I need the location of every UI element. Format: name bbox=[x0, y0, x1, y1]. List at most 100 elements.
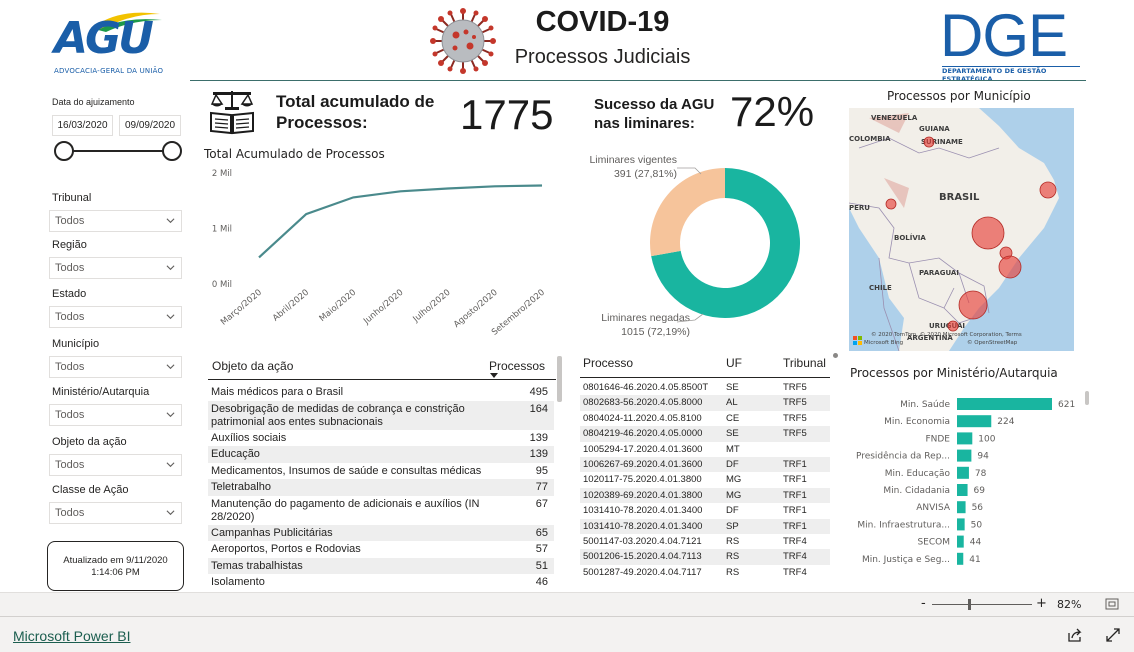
date-slider-end-handle[interactable] bbox=[162, 141, 182, 161]
bar[interactable] bbox=[957, 501, 966, 514]
bar-value-label: 41 bbox=[969, 555, 980, 565]
table-row[interactable]: Educação 139 bbox=[208, 446, 554, 463]
table-row[interactable]: 1020117-75.2020.4.01.3800 MG TRF1 bbox=[580, 472, 830, 487]
page-title: COVID-19 bbox=[535, 6, 670, 38]
table-row[interactable]: 1006267-69.2020.4.01.3600 DF TRF1 bbox=[580, 457, 830, 473]
processo-cell: 5001206-15.2020.4.04.7113 bbox=[583, 551, 702, 563]
processo-table-scroll-dot[interactable] bbox=[833, 353, 838, 358]
share-icon[interactable] bbox=[1067, 627, 1083, 643]
bar[interactable] bbox=[957, 518, 965, 531]
uf-cell: MG bbox=[726, 489, 742, 501]
table-row[interactable]: Isolamento 46 bbox=[208, 574, 554, 591]
x-tick-label: Junho/2020 bbox=[361, 288, 405, 327]
col-header-processos[interactable]: Processos bbox=[489, 359, 545, 373]
slicer-tribunal-dropdown[interactable]: Todos bbox=[49, 210, 182, 232]
zoom-in-button[interactable]: + bbox=[1036, 596, 1047, 611]
bar[interactable] bbox=[957, 552, 964, 565]
line-chart-title: Total Acumulado de Processos bbox=[204, 147, 385, 161]
bar-value-label: 69 bbox=[974, 486, 986, 496]
slicer-value: Todos bbox=[55, 507, 85, 519]
col-header-processo[interactable]: Processo bbox=[583, 356, 633, 370]
table-row[interactable]: Teletrabalho 77 bbox=[208, 479, 554, 496]
processos-cell: 95 bbox=[535, 464, 548, 477]
table-row[interactable]: Desobrigação de medidas de cobrança e co… bbox=[208, 400, 554, 430]
slicer-value: Todos bbox=[55, 215, 85, 227]
slicer-estado-dropdown[interactable]: Todos bbox=[49, 306, 182, 328]
table-row[interactable]: 5001147-03.2020.4.04.7121 RS TRF4 bbox=[580, 534, 830, 549]
slicer-classe-dropdown[interactable]: Todos bbox=[49, 502, 182, 524]
x-tick-label: Agosto/2020 bbox=[452, 288, 500, 330]
date-end-input[interactable]: 09/09/2020 bbox=[119, 115, 181, 136]
date-start-input[interactable]: 16/03/2020 bbox=[52, 115, 113, 136]
table-row[interactable]: 1031410-78.2020.4.01.3400 DF TRF1 bbox=[580, 503, 830, 518]
municipio-map[interactable]: VENEZUELA GUIANA COLOMBIA SURINAME BRASI… bbox=[849, 108, 1074, 351]
zoom-slider[interactable] bbox=[932, 604, 1032, 605]
tribunal-cell: TRF5 bbox=[783, 428, 807, 440]
kpi-total-label-line1: Total acumulado de bbox=[276, 92, 435, 111]
sort-descending-icon[interactable] bbox=[490, 373, 498, 379]
bar-chart[interactable]: Min. Saúde 621 Min. Economia 224 FNDE 100 Pres… bbox=[849, 390, 1079, 575]
map-bubble bbox=[947, 320, 959, 332]
bar-value-label: 100 bbox=[978, 434, 995, 444]
bar[interactable] bbox=[957, 432, 973, 445]
date-range-slider[interactable] bbox=[64, 150, 172, 152]
bar-chart-title: Processos por Ministério/Autarquia bbox=[850, 366, 1058, 380]
last-updated-date: Atualizado em 9/11/2020 bbox=[63, 555, 168, 566]
table-row[interactable]: 0801646-46.2020.4.05.8500T SE TRF5 bbox=[580, 380, 830, 395]
table-row[interactable]: Aeroportos, Portos e Rodovias 57 bbox=[208, 541, 554, 558]
table-row[interactable]: 0804219-46.2020.4.05.0000 SE TRF5 bbox=[580, 426, 830, 442]
fullscreen-icon[interactable] bbox=[1106, 628, 1120, 642]
processos-cell: 139 bbox=[529, 431, 548, 444]
table-row[interactable]: Auxílios sociais 139 bbox=[208, 430, 554, 447]
table-row[interactable]: 5001206-15.2020.4.04.7113 RS TRF4 bbox=[580, 549, 830, 565]
table-row[interactable]: 1020389-69.2020.4.01.3800 MG TRF1 bbox=[580, 487, 830, 504]
objeto-table-body: Mais médicos para o Brasil 495 Desobrigaçã… bbox=[208, 382, 556, 592]
bar[interactable] bbox=[957, 535, 964, 548]
series-line[interactable] bbox=[258, 184, 543, 259]
date-slider-start-handle[interactable] bbox=[54, 141, 74, 161]
table-row[interactable]: 5001287-49.2020.4.04.7117 RS TRF4 bbox=[580, 565, 830, 580]
table-row[interactable]: Temas trabalhistas 51 bbox=[208, 557, 554, 574]
bar[interactable] bbox=[957, 466, 969, 479]
map-label-uruguai: URUGUAI bbox=[929, 322, 965, 330]
objeto-cell: Temas trabalhistas bbox=[211, 559, 303, 572]
chevron-down-icon bbox=[166, 412, 175, 418]
bar[interactable] bbox=[957, 415, 992, 428]
bar-chart-scrollbar[interactable] bbox=[1085, 391, 1089, 405]
col-header-tribunal[interactable]: Tribunal bbox=[783, 356, 826, 370]
processos-cell: 67 bbox=[535, 497, 548, 510]
bar[interactable] bbox=[957, 398, 1052, 410]
fit-to-page-icon[interactable] bbox=[1105, 598, 1119, 610]
bar[interactable] bbox=[957, 449, 972, 462]
donut-leader-lines bbox=[676, 167, 704, 323]
zoom-out-button[interactable]: - bbox=[921, 596, 926, 611]
objeto-cell: Auxílios sociais bbox=[211, 431, 287, 444]
col-header-uf[interactable]: UF bbox=[726, 356, 742, 370]
processo-cell: 1031410-78.2020.4.01.3400 bbox=[583, 505, 703, 517]
line-chart[interactable]: 2 Mil 1 Mil 0 MilMarço/2020 Abril/2020 Maio/… bbox=[204, 163, 554, 343]
table-row[interactable]: Mais médicos para o Brasil 495 bbox=[208, 384, 554, 401]
table-row[interactable]: 1031410-78.2020.4.01.3400 SP TRF1 bbox=[580, 518, 830, 534]
slicer-municipio-dropdown[interactable]: Todos bbox=[49, 356, 182, 378]
col-header-objeto[interactable]: Objeto da ação bbox=[212, 359, 293, 373]
slicer-ministerio-dropdown[interactable]: Todos bbox=[49, 404, 182, 426]
table-row[interactable]: 0802683-56.2020.4.05.8000 AL TRF5 bbox=[580, 395, 830, 411]
power-bi-link[interactable]: Microsoft Power BI bbox=[13, 628, 130, 644]
slicer-regiao-dropdown[interactable]: Todos bbox=[49, 257, 182, 279]
table-row[interactable]: Medicamentos, Insumos de saúde e consult… bbox=[208, 463, 554, 480]
processo-cell: 0802683-56.2020.4.05.8000 bbox=[583, 397, 703, 409]
objeto-table-scrollbar[interactable] bbox=[557, 356, 562, 402]
table-row[interactable]: Manutenção do pagamento de adicionais e … bbox=[208, 496, 554, 525]
table-row[interactable]: Campanhas Publicitárias 65 bbox=[208, 524, 554, 541]
zoom-level: 82% bbox=[1057, 598, 1082, 611]
table-row[interactable]: 1005294-17.2020.4.01.3600 MT bbox=[580, 442, 830, 457]
donut-chart[interactable] bbox=[650, 168, 800, 318]
tribunal-cell: TRF1 bbox=[783, 489, 807, 501]
bar-category-label: Min. Justiça e Seg... bbox=[862, 555, 950, 565]
bar[interactable] bbox=[957, 484, 968, 496]
kpi-total-value: 1775 bbox=[460, 91, 554, 138]
slicer-objeto-dropdown[interactable]: Todos bbox=[49, 454, 182, 476]
zoom-slider-handle[interactable] bbox=[968, 599, 971, 610]
bar-category-label: FNDE bbox=[925, 434, 950, 444]
table-row[interactable]: 0804024-11.2020.4.05.8100 CE TRF5 bbox=[580, 411, 830, 426]
